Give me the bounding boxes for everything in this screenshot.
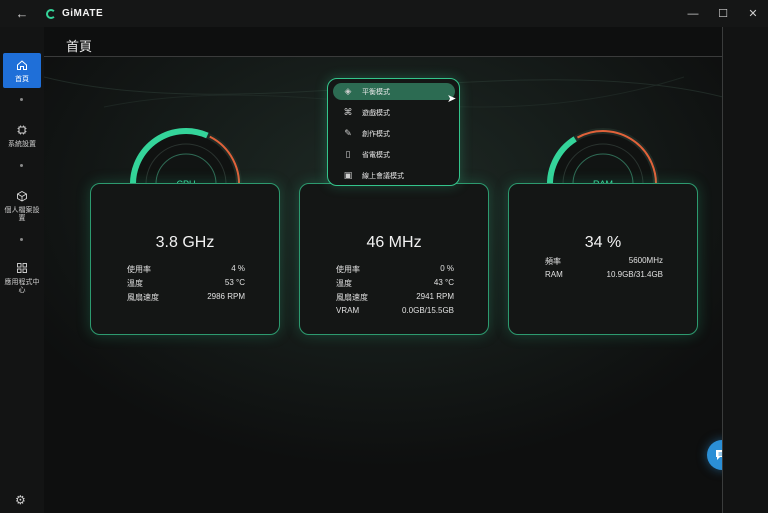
cpu-card: 3.8 GHz 使用率 4 % 溫度 53 °C 風扇速度 2986 RPM xyxy=(90,183,280,335)
ram-stat-row: 頻率 5600MHz xyxy=(545,256,663,267)
window-controls: — ☐ ✕ xyxy=(678,0,768,27)
gpu-card: 46 MHz 使用率 0 % 溫度 43 °C 風扇速度 2941 RPM VRAM 0… xyxy=(299,183,489,335)
apps-icon xyxy=(17,263,27,273)
sidebar-item-profile-settings[interactable]: 個人檔案設置 xyxy=(3,184,41,228)
ram-card: 34 % 頻率 5600MHz RAM 10.9GB/31.4GB xyxy=(508,183,698,335)
app-title: GiMATE xyxy=(62,8,104,19)
meeting-icon: ▣ xyxy=(343,170,353,180)
sidebar-item-system-settings[interactable]: 系統設置 xyxy=(3,118,41,153)
back-button[interactable]: ← xyxy=(0,0,44,27)
gpu-frequency-value: 46 MHz xyxy=(366,234,422,251)
stat-value: 0.0GB/15.5GB xyxy=(401,306,454,315)
stat-label: 風扇速度 xyxy=(336,293,368,302)
nav-divider-dot xyxy=(20,164,23,167)
stat-value: 43 °C xyxy=(433,278,454,287)
gpu-stat-row: 風扇速度 2941 RPM xyxy=(336,292,454,303)
stat-label: RAM xyxy=(545,270,563,279)
sidebar-item-home[interactable]: 首頁 xyxy=(3,53,41,88)
mode-item-online-meeting[interactable]: ▣ 線上會議模式 xyxy=(333,167,455,184)
mode-label: 遊戲模式 xyxy=(362,109,390,117)
close-button[interactable]: ✕ xyxy=(738,0,768,27)
cpu-stat-row: 風扇速度 2986 RPM xyxy=(127,292,245,303)
ram-usage-value: 34 % xyxy=(584,234,622,251)
mode-item-gaming[interactable]: ⌘ 遊戲模式 xyxy=(333,104,455,121)
stat-value: 2986 RPM xyxy=(207,292,245,301)
stat-value: 53 °C xyxy=(224,278,245,287)
stat-label: 溫度 xyxy=(336,279,352,288)
stat-value: 4 % xyxy=(231,264,245,273)
nav-divider-dot xyxy=(20,238,23,241)
sidebar: 首頁 系統設置 個人檔案設置 應用程式中心 ⚙ xyxy=(0,27,44,513)
mode-label: 平衡模式 xyxy=(362,88,390,96)
chip-icon xyxy=(17,125,27,135)
mode-label: 創作模式 xyxy=(362,130,390,138)
cpu-stat-row: 使用率 4 % xyxy=(127,264,245,275)
gamepad-icon: ⌘ xyxy=(343,107,353,117)
mode-label: 省電模式 xyxy=(362,151,390,159)
home-icon xyxy=(17,60,27,70)
balance-icon: ◈ xyxy=(344,86,352,96)
battery-icon: ▯ xyxy=(345,149,351,159)
minimize-button[interactable]: — xyxy=(678,0,708,27)
minimize-icon: — xyxy=(687,7,699,20)
sidebar-item-label: 系統設置 xyxy=(8,141,36,148)
stat-value: 10.9GB/31.4GB xyxy=(606,270,663,279)
close-icon: ✕ xyxy=(748,8,758,20)
nav-divider-dot xyxy=(20,98,23,101)
maximize-icon: ☐ xyxy=(718,8,728,20)
ram-stat-row: RAM 10.9GB/31.4GB xyxy=(545,270,663,279)
cpu-frequency-value: 3.8 GHz xyxy=(155,234,215,251)
sidebar-item-label: 個人檔案設置 xyxy=(4,207,40,222)
wand-icon: ✎ xyxy=(344,128,352,138)
stat-value: 0 % xyxy=(440,264,454,273)
stat-label: 風扇速度 xyxy=(127,293,159,302)
title-bar: ← GiMATE — ☐ ✕ xyxy=(0,0,768,27)
gpu-stat-row: VRAM 0.0GB/15.5GB xyxy=(336,306,454,315)
stat-value: 5600MHz xyxy=(628,256,663,265)
right-panel-rail xyxy=(722,27,768,513)
maximize-button[interactable]: ☐ xyxy=(708,0,738,27)
cpu-stat-row: 溫度 53 °C xyxy=(127,278,245,289)
performance-mode-menu: ◈ 平衡模式 ⌘ 遊戲模式 ✎ 創作模式 ▯ 省電模式 ▣ 線上會議模式 xyxy=(327,78,460,186)
mode-item-creator[interactable]: ✎ 創作模式 xyxy=(333,125,455,142)
logo-icon xyxy=(46,8,56,19)
gpu-stat-row: 使用率 0 % xyxy=(336,264,454,275)
stat-label: VRAM xyxy=(336,306,360,315)
stat-label: 使用率 xyxy=(127,265,151,274)
mode-label: 線上會議模式 xyxy=(362,172,404,180)
gear-icon[interactable]: ⚙ xyxy=(15,493,26,507)
sidebar-item-app-center[interactable]: 應用程式中心 xyxy=(3,256,41,300)
gpu-stat-row: 溫度 43 °C xyxy=(336,278,454,289)
mode-item-balanced[interactable]: ◈ 平衡模式 xyxy=(333,83,455,100)
app-logo: GiMATE xyxy=(46,8,103,19)
stat-label: 頻率 xyxy=(545,257,561,266)
sidebar-item-label: 首頁 xyxy=(15,76,29,83)
arrow-left-icon: ← xyxy=(15,6,29,21)
stat-value: 2941 RPM xyxy=(416,292,454,301)
sidebar-item-label: 應用程式中心 xyxy=(4,279,40,294)
mouse-cursor-icon: ➤ xyxy=(447,93,457,105)
page-title: 首頁 xyxy=(66,39,93,54)
stat-label: 溫度 xyxy=(127,279,143,288)
cube-icon xyxy=(17,190,27,202)
main-content: 首頁 CPU GHz MHz RAM % 3.8 GHz 使用率4 % 溫度53… xyxy=(44,27,723,513)
stat-label: 使用率 xyxy=(336,265,360,274)
mode-item-power-saving[interactable]: ▯ 省電模式 xyxy=(333,146,455,163)
